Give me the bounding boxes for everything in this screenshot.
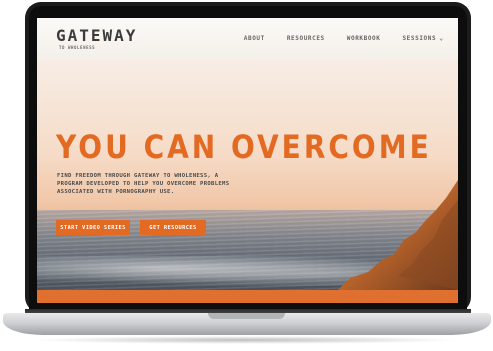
nav-item-resources[interactable]: RESOURCES — [287, 34, 325, 42]
nav-item-about[interactable]: ABOUT — [244, 34, 265, 42]
nav-item-workbook[interactable]: WORKBOOK — [347, 34, 381, 42]
laptop-shadow — [30, 336, 460, 344]
chevron-down-icon: ⌄ — [439, 34, 444, 42]
laptop-open-notch — [208, 313, 285, 319]
hero-headline: YOU CAN OVERCOME — [56, 128, 432, 166]
rock-cliff-image — [338, 180, 458, 290]
nav-links: ABOUT RESOURCES WORKBOOK SESSIONS ⌄ — [244, 34, 444, 42]
site-logo[interactable]: GATEWAY — [56, 26, 137, 45]
hero-description: FIND FREEDOM THROUGH GATEWAY TO WHOLENES… — [57, 172, 267, 196]
website-screen: GATEWAY TO WHOLENESS ABOUT RESOURCES WOR… — [37, 18, 458, 303]
site-logo-tagline: TO WHOLENESS — [59, 45, 96, 50]
hero-description-line: FIND FREEDOM THROUGH GATEWAY TO WHOLENES… — [57, 173, 219, 179]
top-nav: GATEWAY TO WHOLENESS ABOUT RESOURCES WOR… — [37, 18, 458, 60]
start-video-series-button[interactable]: START VIDEO SERIES — [56, 220, 130, 235]
nav-item-sessions[interactable]: SESSIONS ⌄ — [402, 34, 444, 42]
hero-description-line: ASSOCIATED WITH PORNOGRAPHY USE. — [57, 189, 175, 195]
hero-description-line: PROGRAM DEVELOPED TO HELP YOU OVERCOME P… — [57, 181, 230, 187]
get-resources-button[interactable]: GET RESOURCES — [140, 220, 206, 235]
hero-section: YOU CAN OVERCOME FIND FREEDOM THROUGH GA… — [37, 60, 458, 290]
orange-section-strip — [37, 290, 458, 303]
